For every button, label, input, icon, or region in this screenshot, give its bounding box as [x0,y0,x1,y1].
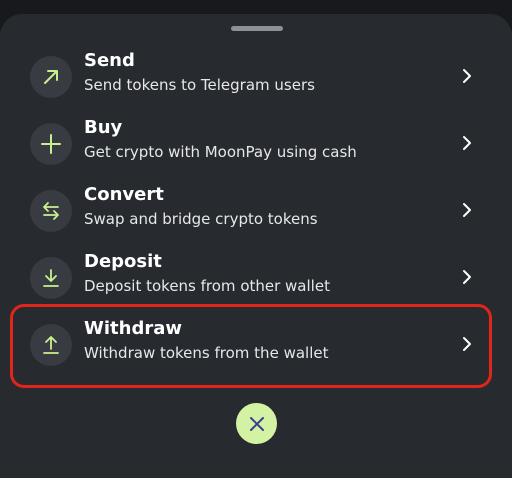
close-button[interactable] [236,403,277,444]
menu-item-convert[interactable]: Convert Swap and bridge crypto tokens [20,184,492,240]
menu-item-send[interactable]: Send Send tokens to Telegram users [20,50,492,106]
chevron-right-icon [463,69,471,83]
swap-arrows-icon [30,190,72,232]
close-icon [249,416,264,431]
chevron-right-icon [463,136,471,150]
menu-item-title: Send [84,50,135,71]
sheet-drag-handle[interactable] [231,26,283,31]
chevron-right-icon [463,203,471,217]
arrow-up-right-icon [30,56,72,98]
withdraw-highlight-outline [10,304,492,388]
menu-item-title: Buy [84,117,123,138]
menu-item-title: Deposit [84,251,162,272]
menu-item-subtitle: Swap and bridge crypto tokens [84,210,318,228]
menu-item-subtitle: Get crypto with MoonPay using cash [84,143,357,161]
menu-item-title: Convert [84,184,164,205]
menu-item-buy[interactable]: Buy Get crypto with MoonPay using cash [20,117,492,173]
download-icon [30,257,72,299]
menu-item-deposit[interactable]: Deposit Deposit tokens from other wallet [20,251,492,307]
menu-item-subtitle: Deposit tokens from other wallet [84,277,330,295]
menu-item-subtitle: Send tokens to Telegram users [84,76,315,94]
plus-icon [30,123,72,165]
chevron-right-icon [463,270,471,284]
